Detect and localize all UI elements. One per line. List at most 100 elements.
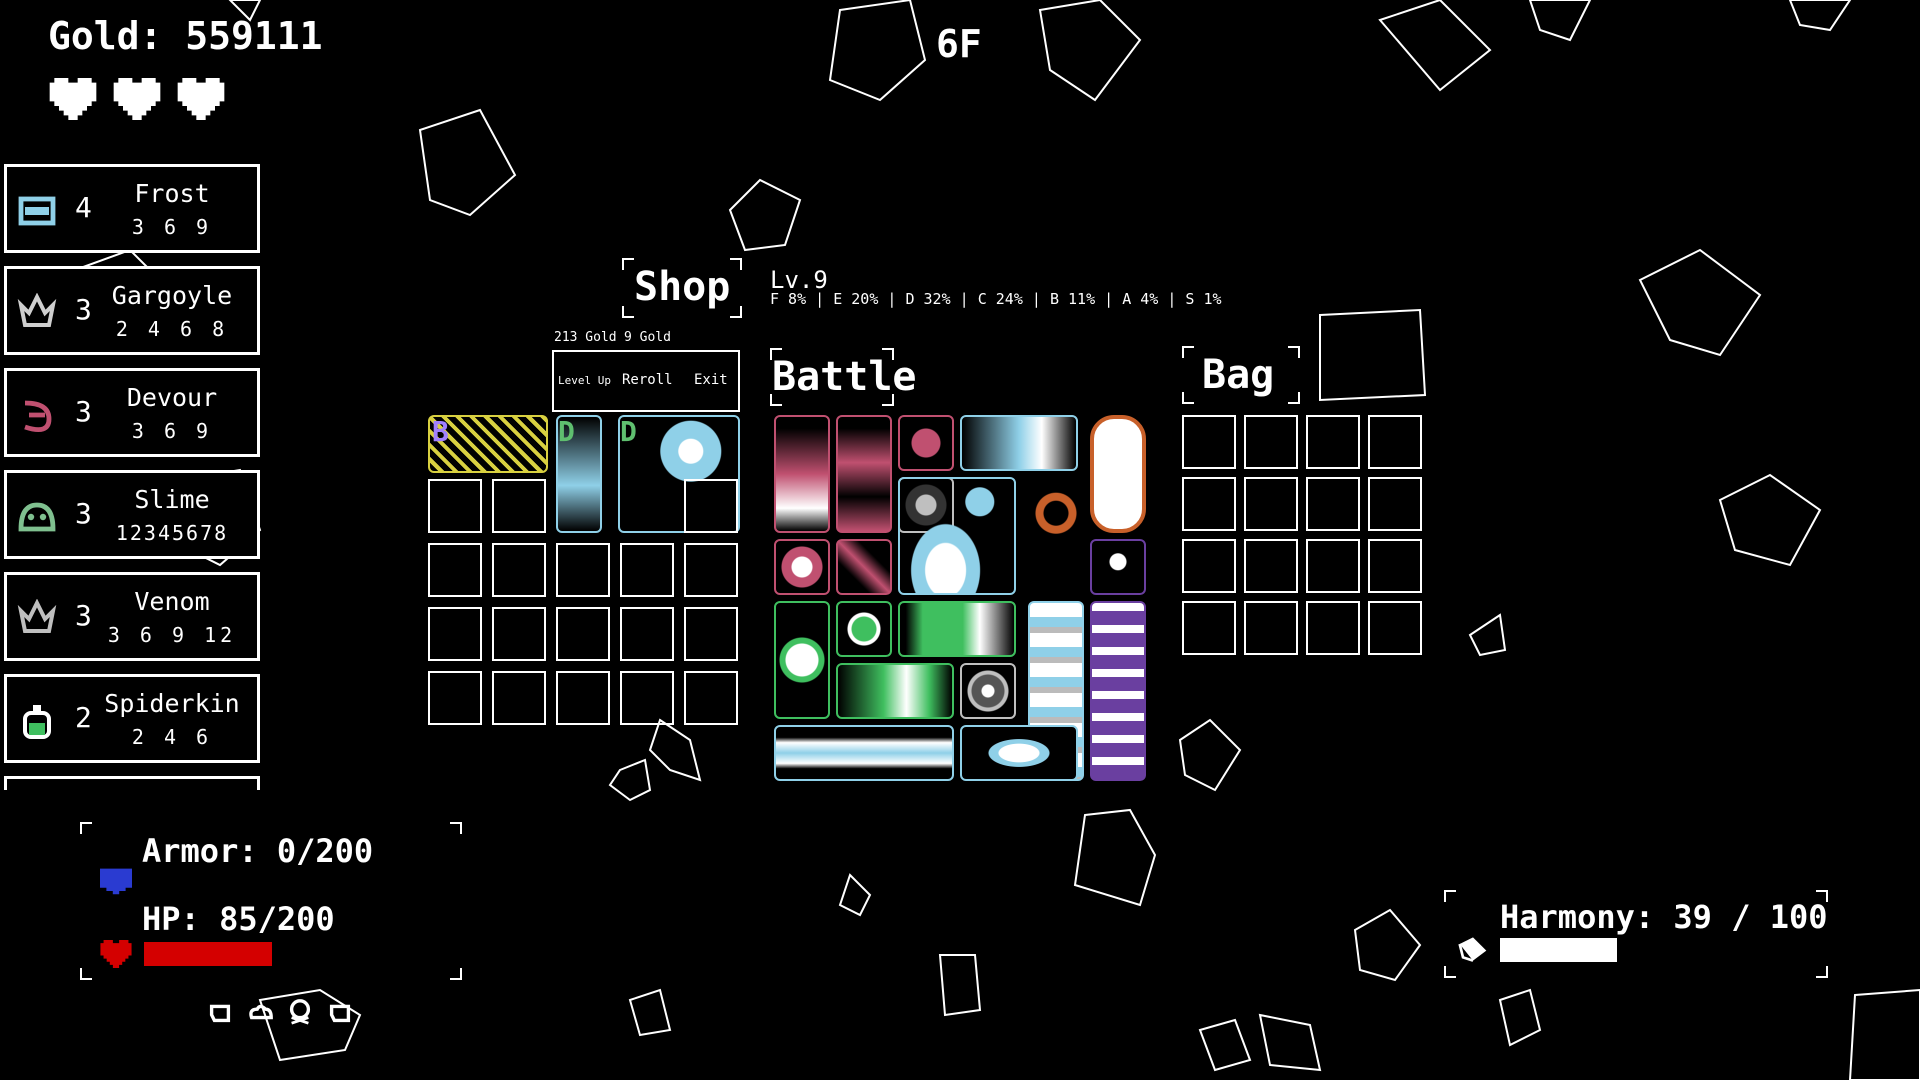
battle-item-devour-bell[interactable] (898, 415, 954, 471)
bag-slot[interactable] (1244, 477, 1298, 531)
bag-slot[interactable] (1306, 415, 1360, 469)
shop-slot[interactable] (684, 607, 738, 661)
shop-slot[interactable] (620, 671, 674, 725)
venom-icon (17, 599, 57, 633)
battle-item-devour-claw[interactable] (836, 415, 892, 533)
bag-slot[interactable] (1306, 601, 1360, 655)
synergy-tiers: 3 6 9 12 (107, 623, 237, 647)
lives-hearts (48, 78, 248, 124)
skull-icon[interactable] (286, 998, 314, 1026)
slime-icon (18, 502, 56, 532)
synergy-name: Spiderkin (104, 689, 240, 718)
synergy-slime[interactable]: 3 Slime 12345678 (4, 470, 260, 559)
bag-slot[interactable] (1182, 415, 1236, 469)
battle-item-slime-frog[interactable] (774, 601, 830, 719)
synergy-spiderkin[interactable]: 2 Spiderkin 2 4 6 (4, 674, 260, 763)
bag-slot[interactable] (1244, 601, 1298, 655)
bag-slot[interactable] (1368, 415, 1422, 469)
fist-icon[interactable] (326, 998, 354, 1026)
bag-slot[interactable] (1368, 539, 1422, 593)
battle-header: Battle (770, 348, 917, 406)
devour-icon (24, 400, 52, 433)
spiderkin-icon (23, 705, 51, 739)
fist-icon[interactable] (206, 998, 234, 1026)
player-stats-panel: Armor: 0/200 HP: 85/200 (80, 822, 462, 980)
bag-slot[interactable] (1244, 539, 1298, 593)
shop-slot[interactable] (556, 671, 610, 725)
battle-item-venom-hook[interactable] (1090, 539, 1146, 595)
shop-slot[interactable] (684, 671, 738, 725)
shop-slot[interactable] (684, 543, 738, 597)
shop-slot[interactable] (428, 479, 482, 533)
gargoyle-icon (17, 293, 57, 327)
shop-slot[interactable] (620, 607, 674, 661)
synergy-name: Slime (134, 485, 210, 514)
battle-item-venom-scroll[interactable] (1090, 601, 1146, 781)
bag-slot[interactable] (1182, 601, 1236, 655)
battle-item-frost-claw[interactable] (960, 725, 1078, 781)
armor-bar (144, 874, 272, 880)
harmony-bar (1500, 938, 1800, 962)
rarity-badge: D (558, 415, 575, 448)
synergy-name: Devour (126, 383, 218, 412)
status-icons (206, 998, 366, 1028)
battle-item-devour-wing[interactable] (836, 539, 892, 595)
shop-slot[interactable] (556, 543, 610, 597)
cloud-icon[interactable] (246, 998, 274, 1026)
synergy-gargoyle[interactable]: 3 Gargoyle 2 4 6 8 (4, 266, 260, 355)
shop-slot[interactable] (556, 607, 610, 661)
shop-slot[interactable] (492, 671, 546, 725)
synergy-tiers: 2 4 6 (131, 725, 213, 749)
floor-indicator: 6F (936, 22, 982, 66)
exit-button[interactable]: Exit (694, 372, 728, 388)
harmony-label: Harmony: 39 / 100 (1500, 898, 1828, 936)
level-up-button[interactable]: Level Up (558, 374, 611, 387)
reroll-cost: 9 Gold (624, 330, 671, 345)
shield-icon (100, 868, 132, 895)
synergy-list-overflow (4, 776, 260, 790)
reroll-button[interactable]: Reroll (622, 372, 673, 388)
bag-title: Bag (1202, 352, 1275, 398)
rarity-badge: B (432, 415, 449, 448)
battle-item-frost-blade[interactable] (774, 725, 954, 781)
harmony-scroll-icon (1458, 937, 1487, 962)
bag-slot[interactable] (1368, 601, 1422, 655)
shop-slot[interactable] (428, 671, 482, 725)
battle-item-slime-orb[interactable] (836, 601, 892, 657)
bag-slot[interactable] (1368, 477, 1422, 531)
shop-slot[interactable] (492, 479, 546, 533)
battle-item-orange-hook[interactable] (1028, 477, 1084, 595)
synergy-tiers: 3 6 9 (131, 215, 213, 239)
synergy-name: Gargoyle (111, 281, 233, 310)
shop-slot[interactable] (620, 543, 674, 597)
hp-label: HP: 85/200 (142, 900, 335, 938)
synergy-devour[interactable]: 3 Devour 3 6 9 (4, 368, 260, 457)
battle-item-frost-leaf[interactable] (960, 415, 1078, 471)
bag-slot[interactable] (1244, 415, 1298, 469)
synergy-venom[interactable]: 3 Venom 3 6 9 12 (4, 572, 260, 661)
synergy-frost[interactable]: 4 Frost 3 6 9 (4, 164, 260, 253)
bag-slot[interactable] (1182, 539, 1236, 593)
battle-item-devour-fang[interactable] (774, 415, 830, 533)
heart-icon (177, 78, 225, 120)
shop-slot[interactable] (492, 607, 546, 661)
bag-slot[interactable] (1306, 539, 1360, 593)
battle-item-devour-hand[interactable] (774, 539, 830, 595)
battle-item-frost-coil[interactable] (898, 477, 1016, 595)
harmony-bar-fill (1500, 938, 1617, 962)
shop-slot[interactable] (684, 479, 738, 533)
battle-item-spiderkin-flask[interactable] (898, 601, 1016, 657)
battle-item-orange-loop[interactable] (1090, 415, 1146, 533)
shop-grid: B D D (428, 415, 742, 729)
frost-icon (18, 196, 56, 226)
harmony-panel: Harmony: 39 / 100 (1444, 890, 1828, 978)
battle-item-slime-vine[interactable] (836, 663, 954, 719)
shop-actions: Level Up Reroll Exit (552, 350, 740, 412)
bag-slot[interactable] (1306, 477, 1360, 531)
shop-slot[interactable] (492, 543, 546, 597)
bag-slot[interactable] (1182, 477, 1236, 531)
battle-item-gargoyle-shell[interactable] (960, 663, 1016, 719)
shop-slot[interactable] (428, 607, 482, 661)
shop-slot[interactable] (428, 543, 482, 597)
battle-title: Battle (772, 354, 917, 400)
